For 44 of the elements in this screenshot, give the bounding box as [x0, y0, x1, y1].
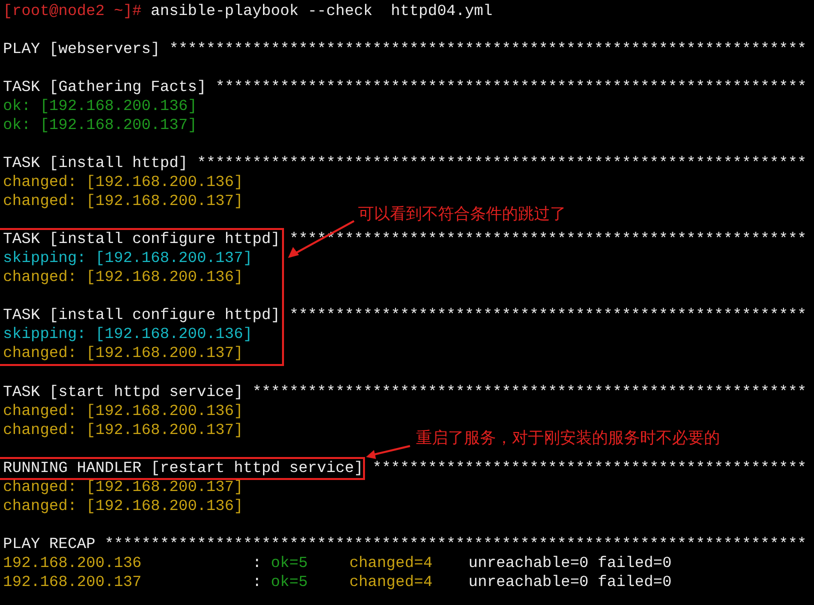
prompt-text: [root@node2 ~]# — [3, 2, 142, 21]
section-header: TASK [install configure httpd] — [3, 230, 280, 249]
section-header: RUNNING HANDLER [restart httpd service] — [3, 459, 364, 477]
recap-failed: failed=0 — [598, 554, 672, 573]
recap-unreachable: unreachable=0 — [468, 554, 589, 573]
section-header: PLAY [webservers] — [3, 40, 160, 59]
host-result: changed: [192.168.200.137] — [3, 344, 244, 363]
host-result: changed: [192.168.200.136] — [3, 497, 244, 516]
section-header: TASK [Gathering Facts] — [3, 78, 206, 97]
section-header: PLAY RECAP — [3, 535, 96, 554]
recap-unreachable: unreachable=0 — [468, 573, 589, 592]
host-result: changed: [192.168.200.136] — [3, 402, 244, 421]
host-result: skipping: [192.168.200.136] — [3, 325, 252, 344]
recap-separator: : — [252, 573, 262, 592]
separator-stars: ******************************************************** — [289, 306, 807, 325]
separator-stars: **************************************************************************** — [104, 535, 807, 554]
annotation-text: 重启了服务，对于刚安装的服务时不必要的 — [416, 428, 720, 448]
host-result: changed: [192.168.200.137] — [3, 421, 244, 440]
host-result: ok: [192.168.200.136] — [3, 97, 197, 116]
host-result: changed: [192.168.200.136] — [3, 268, 244, 287]
recap-ok: ok=5 — [270, 573, 308, 592]
separator-stars: ************************************************************ — [252, 383, 807, 402]
host-result: ok: [192.168.200.137] — [3, 116, 197, 135]
recap-separator: : — [252, 554, 262, 573]
recap-changed: changed=4 — [349, 573, 432, 592]
annotation-text: 可以看到不符合条件的跳过了 — [358, 204, 566, 224]
host-result: changed: [192.168.200.137] — [3, 478, 244, 497]
recap-ok: ok=5 — [270, 554, 308, 573]
host-result: changed: [192.168.200.137] — [3, 192, 244, 211]
command-text: ansible-playbook --check httpd04.yml — [150, 2, 493, 21]
recap-host: 192.168.200.137 — [3, 573, 142, 592]
recap-host: 192.168.200.136 — [3, 554, 142, 573]
separator-stars: *********************************************** — [372, 459, 807, 478]
section-header: TASK [install configure httpd] — [3, 306, 280, 325]
recap-failed: failed=0 — [598, 573, 672, 592]
recap-changed: changed=4 — [349, 554, 432, 573]
annotation-arrow — [366, 445, 410, 459]
host-result: skipping: [192.168.200.137] — [3, 249, 252, 268]
separator-stars: ********************************************************************* — [169, 40, 807, 59]
section-header: TASK [install httpd] — [3, 154, 188, 173]
host-result: changed: [192.168.200.136] — [3, 173, 244, 192]
separator-stars: ****************************************************************** — [196, 154, 807, 173]
separator-stars: **************************************************************** — [215, 78, 807, 97]
section-header: TASK [start httpd service] — [3, 383, 244, 402]
